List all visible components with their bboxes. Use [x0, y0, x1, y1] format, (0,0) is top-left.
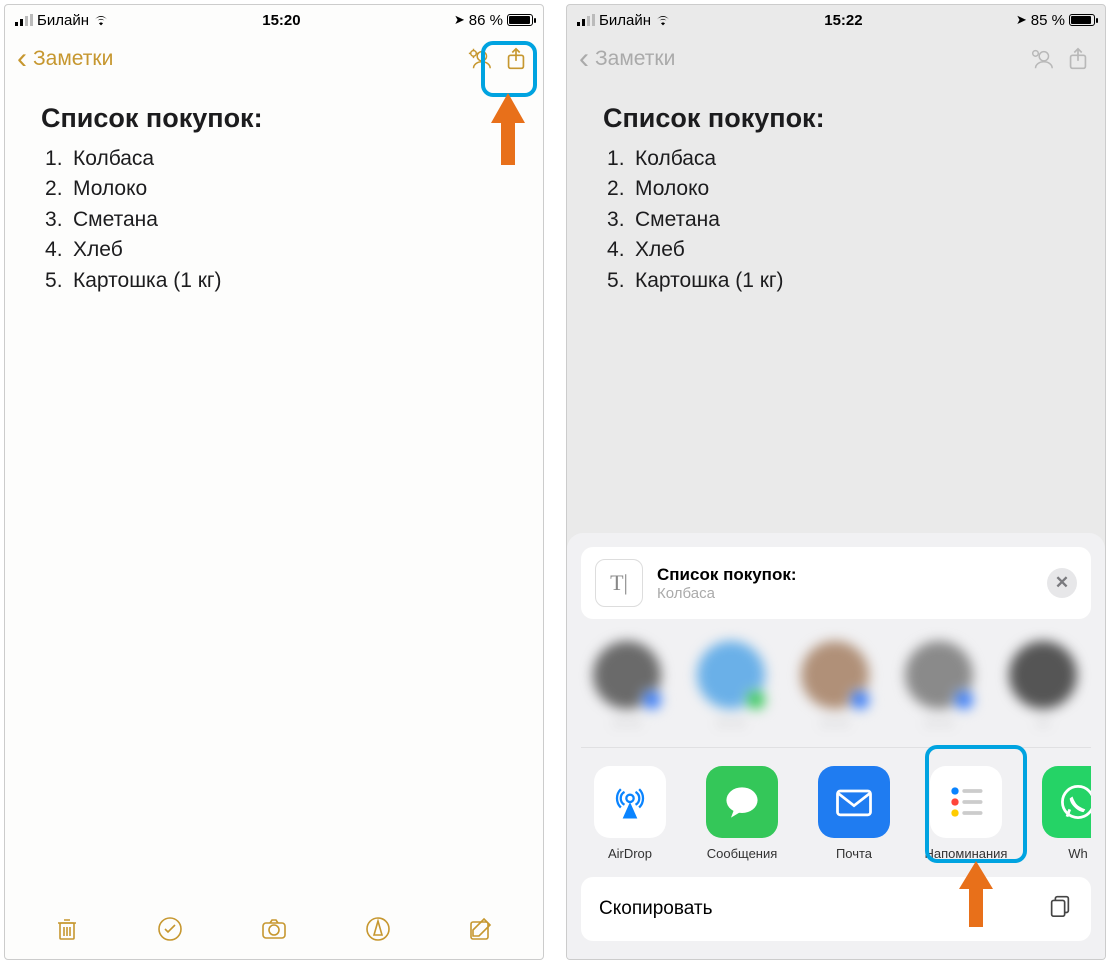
back-chevron-icon[interactable]: ‹ — [17, 44, 27, 74]
note-body: Список покупок: Колбаса Молоко Сметана Х… — [567, 83, 1105, 316]
compose-button[interactable] — [467, 915, 495, 948]
whatsapp-icon — [1042, 766, 1091, 838]
note-title: Список покупок: — [41, 103, 507, 134]
reminders-icon — [930, 766, 1002, 838]
list-item: Молоко — [603, 174, 1069, 204]
app-mail[interactable]: Почта — [811, 766, 897, 861]
bottom-toolbar — [5, 903, 543, 959]
contact-item[interactable]: — — — [587, 641, 667, 729]
contact-item[interactable]: — — — [795, 641, 875, 729]
wifi-icon — [655, 14, 671, 26]
status-bar: Билайн 15:22 ➤ 85 % — [567, 5, 1105, 35]
share-button[interactable] — [501, 44, 531, 74]
camera-button[interactable] — [260, 915, 288, 948]
list-item: Колбаса — [41, 144, 507, 174]
clock: 15:22 — [671, 12, 1016, 29]
location-icon: ➤ — [454, 12, 465, 28]
copy-label: Скопировать — [599, 898, 712, 920]
mail-icon — [818, 766, 890, 838]
back-chevron-icon: ‹ — [579, 44, 589, 74]
screenshot-right: Билайн 15:22 ➤ 85 % ‹ Заметки Список пок… — [566, 4, 1106, 960]
battery-icon — [1069, 14, 1095, 26]
app-label: Сообщения — [707, 846, 778, 861]
app-label: Почта — [836, 846, 872, 861]
carrier-label: Билайн — [599, 12, 651, 29]
app-messages[interactable]: Сообщения — [699, 766, 785, 861]
location-icon: ➤ — [1016, 12, 1027, 28]
contact-suggestions-row[interactable]: — — — — — — — — — — [581, 637, 1091, 747]
share-sheet[interactable]: T| Список покупок: Колбаса ✕ — — — — — —… — [567, 533, 1105, 959]
note-title: Список покупок: — [603, 103, 1069, 134]
list-item: Картошка (1 кг) — [603, 266, 1069, 296]
note-list: Колбаса Молоко Сметана Хлеб Картошка (1 … — [603, 144, 1069, 296]
share-button — [1063, 44, 1093, 74]
list-item: Сметана — [603, 205, 1069, 235]
app-label: AirDrop — [608, 846, 652, 861]
navbar: ‹ Заметки — [567, 35, 1105, 83]
checklist-button[interactable] — [156, 915, 184, 948]
copy-icon — [1047, 893, 1073, 925]
close-button[interactable]: ✕ — [1047, 568, 1077, 598]
add-people-button[interactable] — [465, 44, 495, 74]
contact-item[interactable]: — — — [691, 641, 771, 729]
list-item: Колбаса — [603, 144, 1069, 174]
back-button-label: Заметки — [595, 47, 675, 71]
document-icon: T| — [595, 559, 643, 607]
screenshot-left: Билайн 15:20 ➤ 86 % ‹ Заметки Список пок… — [4, 4, 544, 960]
list-item: Хлеб — [41, 235, 507, 265]
back-button-label[interactable]: Заметки — [33, 47, 113, 71]
navbar: ‹ Заметки — [5, 35, 543, 83]
app-airdrop[interactable]: AirDrop — [587, 766, 673, 861]
app-label: Wh — [1068, 846, 1088, 861]
list-item: Молоко — [41, 174, 507, 204]
copy-action[interactable]: Скопировать — [581, 877, 1091, 941]
markup-button[interactable] — [364, 915, 392, 948]
app-label: Напоминания — [925, 846, 1008, 861]
battery-pct: 86 % — [469, 12, 503, 29]
clock: 15:20 — [109, 12, 454, 29]
signal-icon — [577, 14, 595, 26]
messages-icon — [706, 766, 778, 838]
share-header: T| Список покупок: Колбаса ✕ — [581, 547, 1091, 619]
wifi-icon — [93, 14, 109, 26]
share-title: Список покупок: — [657, 565, 1033, 585]
status-bar: Билайн 15:20 ➤ 86 % — [5, 5, 543, 35]
note-body[interactable]: Список покупок: Колбаса Молоко Сметана Х… — [5, 83, 543, 316]
contact-item[interactable]: — — — [899, 641, 979, 729]
app-reminders[interactable]: Напоминания — [923, 766, 1009, 861]
airdrop-icon — [594, 766, 666, 838]
share-apps-row[interactable]: AirDrop Сообщения Почта Напоминания — [581, 747, 1091, 877]
list-item: Картошка (1 кг) — [41, 266, 507, 296]
share-subtitle: Колбаса — [657, 585, 1033, 602]
trash-button[interactable] — [53, 915, 81, 948]
app-whatsapp[interactable]: Wh — [1035, 766, 1091, 861]
carrier-label: Билайн — [37, 12, 89, 29]
contact-item[interactable]: — — [1003, 641, 1083, 729]
add-people-button — [1027, 44, 1057, 74]
note-list: Колбаса Молоко Сметана Хлеб Картошка (1 … — [41, 144, 507, 296]
battery-icon — [507, 14, 533, 26]
battery-pct: 85 % — [1031, 12, 1065, 29]
list-item: Сметана — [41, 205, 507, 235]
signal-icon — [15, 14, 33, 26]
list-item: Хлеб — [603, 235, 1069, 265]
